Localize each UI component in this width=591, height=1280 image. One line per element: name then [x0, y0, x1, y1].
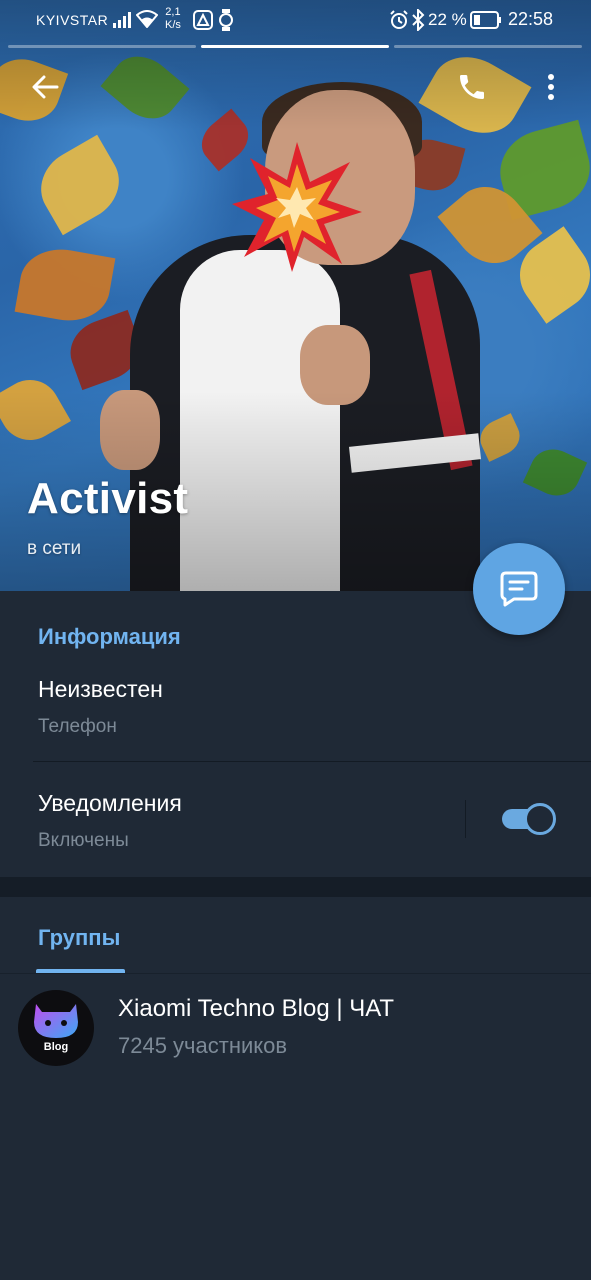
groups-section: Группы Blog Xiaomi Techno Blog | ЧАТ 724…: [0, 897, 591, 1280]
speed-value: 2,1: [165, 6, 181, 18]
notifications-state: Включены: [38, 830, 129, 851]
clock: 22:58: [508, 9, 554, 29]
photo-progress-2: [201, 45, 389, 48]
avatar: Blog: [18, 990, 94, 1066]
tab-groups[interactable]: Группы: [38, 925, 120, 951]
info-section: Информация Неизвестен Телефон Уведомлени…: [0, 591, 591, 877]
section-gap: [0, 877, 591, 897]
phone-value: Неизвестен: [38, 676, 163, 702]
notifications-label: Уведомления: [38, 790, 182, 816]
tab-divider: [0, 973, 591, 974]
watch-icon: [219, 9, 233, 31]
more-vert-icon: [548, 74, 554, 100]
carrier-name: KYIVSTAR: [36, 12, 109, 28]
signal-icon: [113, 12, 131, 28]
online-status: в сети: [27, 538, 82, 559]
photo-progress-3: [394, 45, 582, 48]
message-icon: [500, 571, 538, 607]
profile-name: Activist: [27, 474, 189, 523]
bluetooth-icon: [412, 9, 425, 31]
app-notification-icon: [193, 10, 213, 30]
info-section-title: Информация: [38, 624, 181, 649]
phone-icon: [460, 75, 484, 99]
speed-unit: K/s: [165, 19, 181, 31]
wifi-icon: [136, 10, 158, 28]
avatar-label: Blog: [43, 1041, 69, 1053]
send-message-button[interactable]: [473, 543, 565, 635]
group-name: Xiaomi Techno Blog | ЧАТ: [118, 995, 395, 1022]
notifications-toggle[interactable]: [500, 803, 556, 835]
alarm-icon: [390, 10, 408, 29]
face-burst-sticker: [232, 142, 362, 272]
battery-icon: [470, 11, 501, 29]
photo-progress-1: [8, 45, 196, 48]
call-button[interactable]: [448, 63, 496, 111]
status-bar: KYIVSTAR 2,1 K/s 22 % 22:58: [0, 0, 591, 42]
tab-active-indicator: [36, 969, 125, 973]
back-button[interactable]: [21, 63, 69, 111]
divider: [33, 761, 591, 762]
battery-percent: 22 %: [428, 10, 467, 29]
network-speed: 2,1 K/s: [165, 6, 181, 32]
arrow-left-icon: [32, 75, 59, 99]
leaf-decoration: [14, 242, 116, 328]
toggle-knob: [524, 803, 556, 835]
more-menu-button[interactable]: [527, 63, 575, 111]
list-item[interactable]: Blog Xiaomi Techno Blog | ЧАТ 7245 участ…: [0, 987, 591, 1067]
toggle-separator: [465, 800, 466, 838]
leaf-decoration: [27, 134, 133, 236]
blog-logo-icon: [34, 1004, 78, 1038]
group-members-count: 7245 участников: [118, 1033, 288, 1058]
phone-label: Телефон: [38, 716, 117, 737]
